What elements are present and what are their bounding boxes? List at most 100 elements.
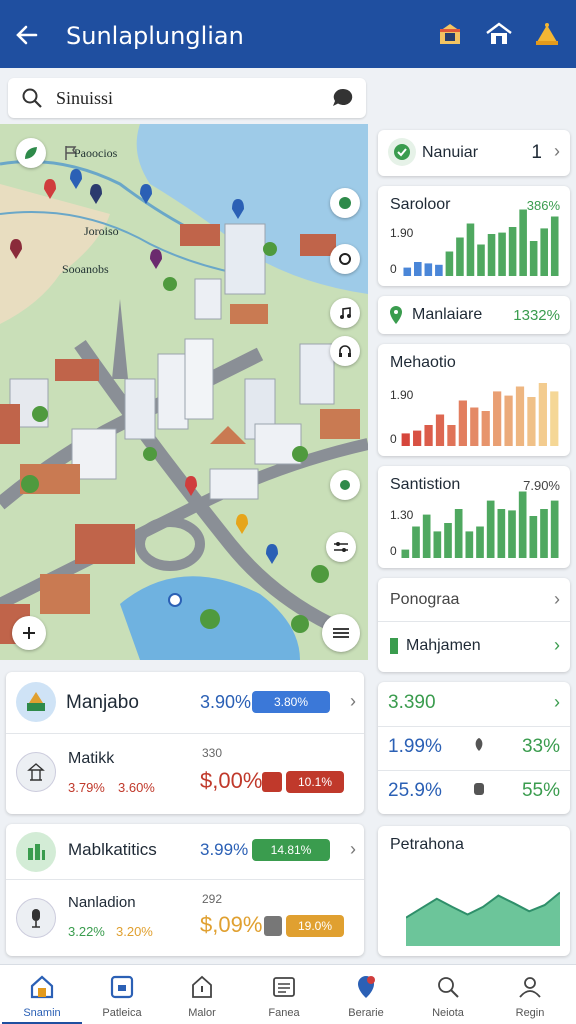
stats-row3-right: 55%	[521, 780, 560, 801]
nav-label: Berarie	[348, 1007, 384, 1019]
ponograa-row[interactable]: Ponograa ›	[378, 578, 570, 622]
check-circle-icon	[388, 138, 416, 166]
petrahona-card[interactable]: Petrahona	[378, 826, 570, 956]
info-house-icon	[192, 975, 212, 998]
layers-menu-icon[interactable]	[322, 614, 360, 652]
nav-label: Neiota	[432, 1007, 464, 1019]
mablkatitics-pill: 14.81%	[252, 839, 330, 861]
map-pin-green-icon[interactable]	[330, 188, 360, 218]
chart-bars-icon	[16, 832, 56, 872]
search-bar[interactable]	[8, 78, 366, 118]
chart-bar	[487, 234, 496, 276]
mahjamen-label: Mahjamen	[406, 637, 481, 654]
nav-item-fanea[interactable]: Fanea	[244, 965, 324, 1024]
matikk-row[interactable]: Matikk 3.79% 3.60% 330 $,00% 10.1%	[6, 734, 364, 814]
chart-bar	[508, 510, 516, 558]
calendar-icon	[110, 975, 134, 999]
manlaiare-card[interactable]: Manlaiare 1332%	[378, 296, 570, 334]
chart-bar	[412, 526, 420, 558]
mehaotio-card[interactable]: Mehaotio 1.90 0	[378, 344, 570, 456]
chart-bar	[458, 400, 467, 446]
stats-card: 3.390 › 1.99% 33% 25.9% 55%	[378, 682, 570, 814]
nanuiar-card[interactable]: Nanuiar 1 ›	[378, 130, 570, 176]
chart-bar	[529, 516, 538, 558]
chart-bar	[444, 523, 452, 558]
filter-settings-icon[interactable]	[326, 532, 356, 562]
chevron-right-icon: ›	[350, 839, 356, 859]
green-marker-icon	[390, 638, 398, 654]
petrahona-area-chart	[406, 891, 560, 946]
nav-label: Patleica	[102, 1007, 142, 1019]
manjabo-pill: 3.80%	[252, 691, 330, 713]
matikk-sub-left: 3.79%	[68, 780, 105, 795]
chart-bar	[550, 391, 559, 446]
stats-row2-right: 33%	[521, 736, 560, 757]
app-title: Sunlaplunglian	[66, 22, 244, 50]
chart-bar	[424, 263, 433, 276]
location-user-icon	[358, 976, 375, 998]
mablkatitics-value: 3.99%	[200, 840, 249, 859]
matikk-label: Matikk	[68, 750, 115, 767]
chart-bar	[476, 526, 484, 558]
divider	[378, 770, 570, 771]
santistion-bar-chart	[401, 491, 559, 558]
nanladion-label: Nanladion	[68, 894, 136, 911]
chart-bar	[538, 383, 547, 446]
nav-label: Fanea	[268, 1007, 300, 1019]
chevron-right-icon[interactable]: ›	[554, 692, 560, 713]
chart-bar	[435, 414, 445, 446]
nav-item-patleica[interactable]: Patleica	[82, 965, 162, 1024]
search-map-icon	[438, 977, 459, 998]
bag-icon	[264, 916, 282, 936]
chat-bubble-icon[interactable]	[330, 86, 356, 115]
nav-item-berarie[interactable]: Berarie	[326, 965, 406, 1024]
nav-item-neiota[interactable]: Neiota	[408, 965, 488, 1024]
search-input[interactable]	[56, 86, 316, 110]
santistion-card[interactable]: Santistion 7.90% 1.30 0	[378, 466, 570, 568]
chart-bar	[550, 500, 559, 558]
leaf-filter-icon[interactable]	[16, 138, 46, 168]
chart-bar	[540, 509, 548, 558]
profile-icon	[519, 977, 541, 998]
nav-item-home[interactable]: Snamin	[2, 965, 82, 1024]
chart-bar	[497, 509, 506, 558]
headphones-icon[interactable]	[330, 336, 360, 366]
mablkatitics-row[interactable]: Mablkatitics 3.99% 14.81% ›	[6, 824, 364, 880]
divider	[378, 726, 570, 727]
saroloor-card[interactable]: Saroloor 386% 1.90 0	[378, 186, 570, 286]
monument-icon	[16, 752, 56, 792]
manjabo-row[interactable]: Manjabo 3.90% 3.80% ›	[6, 672, 364, 734]
map-pin-icon[interactable]	[330, 244, 360, 274]
chart-bar	[403, 267, 412, 276]
mablkatitics-label: Mablkatitics	[68, 840, 157, 859]
chart-bar	[486, 500, 495, 558]
map-location-icon[interactable]	[330, 470, 360, 500]
nanladion-row[interactable]: Nanladion 3.22% 3.20% 292 $,09% 19.0%	[6, 880, 364, 956]
matikk-sub-right: 3.60%	[118, 780, 155, 795]
chart-bar	[433, 531, 442, 558]
music-note-icon[interactable]	[330, 298, 360, 328]
zoom-plus-icon[interactable]	[12, 616, 46, 650]
mahjamen-row[interactable]: Mahjamen ›	[378, 622, 570, 672]
nav-item-malor[interactable]: Malor	[162, 965, 242, 1024]
nav-item-regin[interactable]: Regin	[490, 965, 570, 1024]
chart-bar	[504, 395, 513, 446]
nanuiar-count: 1	[531, 142, 542, 163]
chart-bar	[454, 509, 463, 558]
city-map[interactable]: Paoocios Joroiso Sooanobs	[0, 124, 368, 660]
gift-icon	[262, 772, 282, 792]
chart-bar	[447, 425, 456, 446]
search-icon[interactable]	[20, 86, 44, 115]
area-series	[406, 892, 560, 946]
chart-bar	[498, 232, 506, 276]
map-label-1: Paoocios	[74, 146, 118, 160]
manlaiare-value: 1332%	[513, 307, 560, 324]
bell-alert-icon[interactable]	[532, 20, 562, 50]
store-icon[interactable]	[436, 20, 466, 50]
home-building-icon[interactable]	[484, 20, 514, 50]
ponograa-card: Ponograa › Mahjamen ›	[378, 578, 570, 672]
chart-bar	[445, 251, 454, 276]
building-icon	[16, 682, 56, 722]
chart-bar	[401, 549, 410, 558]
back-arrow-icon[interactable]	[14, 22, 42, 48]
